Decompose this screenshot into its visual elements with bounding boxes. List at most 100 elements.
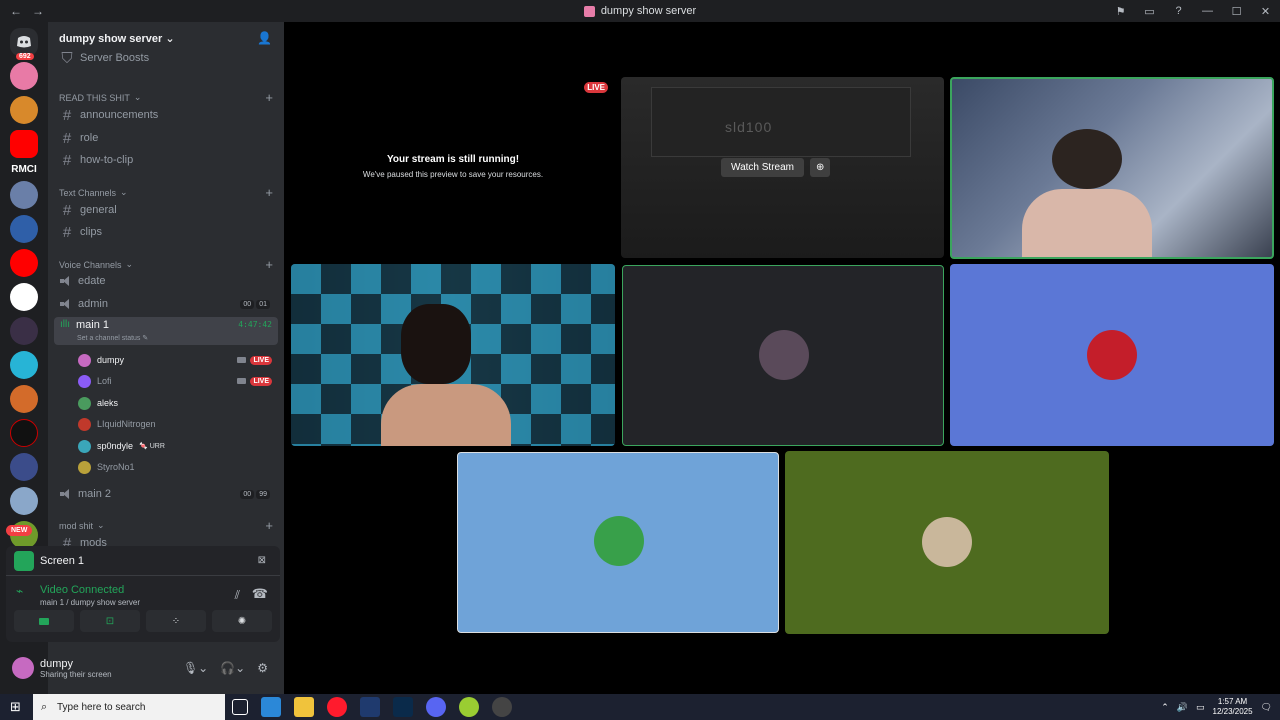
home-button[interactable]: 692 — [10, 28, 38, 60]
server-icon[interactable] — [10, 385, 38, 413]
file-explorer-icon[interactable] — [294, 697, 314, 717]
server-icon[interactable] — [10, 317, 38, 345]
webcam-subject — [1052, 129, 1122, 189]
category-mod-shit[interactable]: mod shit ⌄ + — [59, 518, 273, 533]
minimize-button[interactable]: — — [1193, 5, 1222, 17]
activities-button[interactable]: ⁘ — [146, 610, 206, 632]
back-arrow-icon[interactable]: ← — [10, 4, 22, 18]
voice-user-sp0ndyle[interactable]: sp0ndyle 🍬 URR — [78, 436, 278, 456]
category-voice-channels[interactable]: Voice Channels ⌄ + — [59, 257, 273, 272]
help-icon[interactable]: ? — [1164, 5, 1193, 17]
paused-title: Your stream is still running! — [386, 154, 520, 165]
webcam-tile[interactable] — [291, 264, 615, 446]
add-channel-icon[interactable]: + — [265, 257, 273, 272]
voice-user-liquidnitrogen[interactable]: LIquidNitrogen — [78, 414, 278, 434]
voice-actions: ⊡ ⁘ ✺ — [6, 610, 280, 632]
forward-arrow-icon[interactable]: → — [32, 4, 44, 18]
server-icon[interactable] — [10, 283, 38, 311]
channel-clips[interactable]: # clips — [58, 222, 276, 242]
user-info[interactable]: dumpy Sharing their screen — [40, 658, 112, 679]
volume-icon[interactable]: 🔊 — [1177, 702, 1188, 713]
share-screen-button[interactable]: ⊡ — [80, 610, 140, 632]
settings-gear-icon[interactable]: ⚙ — [257, 661, 268, 675]
taskbar-search[interactable]: ⌕ Type here to search — [33, 694, 225, 720]
popout-icon[interactable]: ⊕ — [809, 158, 831, 177]
user-avatar[interactable] — [12, 657, 34, 679]
screen-share-row[interactable]: Screen 1 ⊠ — [6, 546, 280, 576]
voice-channel-main-1[interactable]: ıllı main 1 4:47:42 Set a channel status… — [54, 317, 278, 345]
voice-user-aleks[interactable]: aleks — [78, 393, 278, 413]
notifications-icon[interactable]: 🗨 — [1261, 702, 1272, 713]
voice-channel-main-2[interactable]: main 2 00 99 — [58, 484, 276, 504]
chevron-up-icon[interactable]: ⌃ — [1161, 702, 1169, 713]
youtube-server-icon[interactable] — [10, 130, 38, 158]
opera-icon[interactable] — [327, 697, 347, 717]
channel-status[interactable]: Set a channel status ✎ — [77, 334, 148, 342]
avatar-tile[interactable] — [785, 451, 1109, 634]
stop-share-icon[interactable]: ⊠ — [258, 555, 266, 566]
rmci-server-icon[interactable]: RMCI — [0, 164, 48, 175]
window-title-text: dumpy show server — [600, 5, 697, 17]
system-tray: ⌃ 🔊 ▭ 1:57 AM 12/23/2025 🗨 — [1161, 694, 1280, 720]
channel-announcements[interactable]: # announcements — [58, 105, 276, 125]
add-channel-icon[interactable]: + — [265, 518, 273, 533]
server-icon[interactable] — [10, 453, 38, 481]
server-icon[interactable] — [10, 249, 38, 277]
server-icon[interactable] — [10, 351, 38, 379]
server-boosts[interactable]: ⛉ Server Boosts — [58, 48, 276, 68]
add-channel-icon[interactable]: + — [265, 185, 273, 200]
watch-stream-button[interactable]: Watch Stream — [721, 158, 804, 177]
user-avatar — [1087, 330, 1137, 380]
webcam-tile-speaking[interactable] — [950, 77, 1274, 259]
maximize-button[interactable]: ☐ — [1222, 5, 1251, 18]
app-icon[interactable] — [360, 697, 380, 717]
avatar-tile[interactable] — [950, 264, 1274, 446]
title-bar: ← → dumpy show server ⚑ ▭ ? — ☐ ✕ — [0, 0, 1280, 22]
add-channel-icon[interactable]: + — [265, 90, 273, 105]
network-icon[interactable]: ▭ — [1196, 702, 1205, 713]
windows-start-icon[interactable]: ⊞ — [10, 699, 21, 715]
channel-general[interactable]: # general — [58, 200, 276, 220]
server-icon[interactable] — [10, 96, 38, 124]
self-stream-tile[interactable]: LIVE Your stream is still running! We've… — [290, 77, 616, 259]
headphones-icon[interactable]: 🎧⌄ — [220, 661, 245, 675]
discord-icon[interactable] — [426, 697, 446, 717]
connection-subtitle[interactable]: main 1 / dumpy show server — [40, 598, 280, 607]
webcam-subject-body — [381, 384, 511, 446]
app-icon[interactable] — [261, 697, 281, 717]
category-text-channels[interactable]: Text Channels ⌄ + — [59, 185, 273, 200]
inbox-icon[interactable]: ⚑ — [1106, 5, 1135, 18]
app-icon[interactable] — [459, 697, 479, 717]
server-icon[interactable] — [10, 487, 38, 515]
add-friend-icon[interactable]: 👤 — [257, 31, 272, 45]
microphone-icon[interactable]: 🎙⌄ — [183, 661, 208, 675]
photoshop-icon[interactable] — [393, 697, 413, 717]
channel-how-to-clip[interactable]: # how-to-clip — [58, 150, 276, 170]
stream-tile-lofi[interactable]: sld100 Watch Stream ⊕ — [621, 77, 944, 258]
camera-button[interactable] — [14, 610, 74, 632]
hash-icon: # — [62, 201, 72, 219]
close-button[interactable]: ✕ — [1251, 5, 1280, 18]
soundboard-button[interactable]: ✺ — [212, 610, 272, 632]
app-icon[interactable] — [492, 697, 512, 717]
server-icon[interactable] — [10, 62, 38, 90]
voice-channel-edate[interactable]: edate — [58, 271, 276, 291]
avatar-tile[interactable] — [457, 452, 779, 633]
noise-suppression-icon[interactable]: ⫽ — [235, 588, 240, 603]
category-read-this[interactable]: READ THIS SHIT ⌄ + — [59, 90, 273, 105]
hash-icon: # — [62, 129, 72, 147]
server-icon[interactable] — [10, 419, 38, 447]
screen-icon[interactable]: ▭ — [1135, 5, 1164, 18]
disconnect-icon[interactable]: ☎ — [252, 586, 268, 602]
voice-user-lofi[interactable]: Lofi LIVE — [78, 371, 278, 391]
task-view-icon[interactable] — [232, 699, 248, 715]
voice-user-dumpy[interactable]: dumpy LIVE — [78, 350, 278, 370]
avatar-tile[interactable] — [622, 265, 944, 446]
clock[interactable]: 1:57 AM 12/23/2025 — [1213, 697, 1253, 717]
channel-role[interactable]: # role — [58, 128, 276, 148]
server-icon[interactable] — [10, 181, 38, 209]
discord-logo-icon — [17, 36, 31, 48]
server-icon[interactable] — [10, 215, 38, 243]
voice-channel-admin[interactable]: admin 00 01 — [58, 294, 276, 314]
voice-user-styrono1[interactable]: StyroNo1 — [78, 457, 278, 477]
